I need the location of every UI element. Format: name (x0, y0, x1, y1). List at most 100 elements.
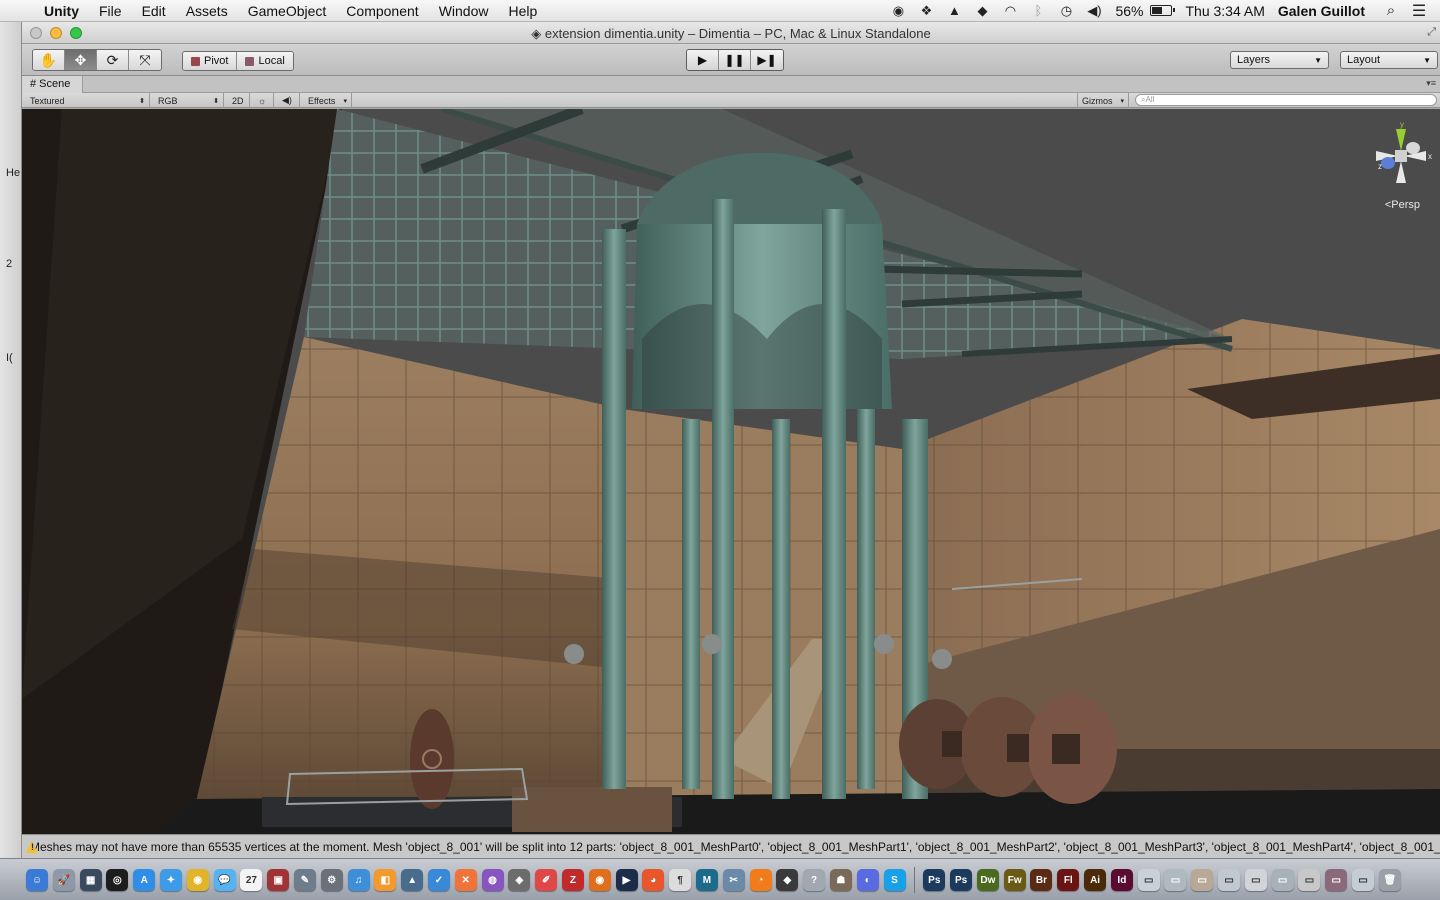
dock-stack-6-icon[interactable]: ▭ (1271, 869, 1294, 891)
dock-indesign-icon[interactable]: Id (1110, 869, 1133, 891)
dock-bridge-icon[interactable]: Br (1030, 869, 1053, 891)
dock-stack-4-icon[interactable]: ▭ (1218, 869, 1241, 891)
google-drive-icon[interactable]: ▲ (943, 3, 965, 19)
dock-trash-icon[interactable]: 🗑 (1378, 869, 1401, 891)
dock-automator-icon[interactable]: ☗ (829, 869, 852, 891)
lighting-toggle[interactable]: ☼ (254, 93, 274, 108)
dock-ibooks-icon[interactable]: ◧ (374, 869, 397, 891)
dock-blender-icon[interactable]: ◔ (749, 869, 772, 891)
render-mode-dropdown[interactable]: Textured ⬍ (26, 93, 150, 108)
layout-dropdown[interactable]: Layout ▼ (1340, 51, 1438, 69)
dock-blender-tools-icon[interactable]: ✂ (722, 869, 745, 891)
dock-stack-1-icon[interactable]: ▭ (1137, 869, 1160, 891)
dock-messages-icon[interactable]: 💬 (213, 869, 236, 891)
dock-mission-control-icon[interactable]: ▦ (79, 869, 102, 891)
scene-search-input[interactable]: ⌕All (1135, 94, 1437, 106)
step-button[interactable]: ▶❚ (751, 50, 783, 70)
dock-itunes-icon[interactable]: ♫ (347, 869, 370, 891)
dock-firefox-icon[interactable]: ◕ (642, 869, 665, 891)
menu-app-name[interactable]: Unity (38, 3, 89, 19)
dock-safari-icon[interactable]: ✦ (159, 869, 182, 891)
menu-edit[interactable]: Edit (132, 3, 176, 19)
dock-stack-3-icon[interactable]: ▭ (1191, 869, 1214, 891)
dock-stack-5-icon[interactable]: ▭ (1244, 869, 1267, 891)
dock-stack-9-icon[interactable]: ▭ (1352, 869, 1375, 891)
title-bar[interactable]: ◈ extension dimentia.unity – Dimentia – … (22, 22, 1440, 44)
evernote-icon[interactable]: ◉ (887, 3, 909, 19)
camera-mode-label[interactable]: <Persp (1385, 199, 1420, 211)
dock-stack-7-icon[interactable]: ▭ (1298, 869, 1321, 891)
dock-textedit-icon[interactable]: ¶ (669, 869, 692, 891)
toggle-2d-button[interactable]: 2D (228, 93, 250, 108)
dock-wunderlist-icon[interactable]: ✓ (427, 869, 450, 891)
dock-stack-8-icon[interactable]: ▭ (1325, 869, 1348, 891)
dock-dreamweaver-icon[interactable]: Dw (976, 869, 999, 891)
menu-help[interactable]: Help (498, 3, 547, 19)
wifi-icon[interactable]: ◠ (999, 3, 1021, 19)
console-status-bar[interactable]: Meshes may not have more than 65535 vert… (22, 834, 1440, 858)
dock-sublime-icon[interactable]: ◉ (588, 869, 611, 891)
dock-preview-icon[interactable]: ✎ (293, 869, 316, 891)
menu-window[interactable]: Window (429, 3, 499, 19)
notification-center-icon[interactable]: ☰ (1408, 3, 1430, 20)
fullscreen-icon[interactable]: ⤢ (1427, 26, 1436, 39)
menu-gameobject[interactable]: GameObject (238, 3, 337, 19)
dock-system-preferences-icon[interactable]: ⚙ (320, 869, 343, 891)
dock-illustrator-icon[interactable]: Ai (1084, 869, 1107, 891)
dock-fireworks-icon[interactable]: Fw (1003, 869, 1026, 891)
dock-quicktime-icon[interactable]: ▶ (615, 869, 638, 891)
user-name[interactable]: Galen Guillot (1272, 3, 1377, 19)
dock-launchpad-icon[interactable]: 🚀 (52, 869, 75, 891)
dock-photo-booth-icon[interactable]: ▣ (267, 869, 290, 891)
battery-icon[interactable] (1150, 5, 1176, 16)
dock-help-icon[interactable]: ? (803, 869, 826, 891)
creative-cloud-icon[interactable]: ◆ (971, 3, 993, 19)
dock-unity-icon[interactable]: ◆ (776, 869, 799, 891)
menu-assets[interactable]: Assets (176, 3, 238, 19)
pivot-button[interactable]: Pivot (183, 52, 238, 70)
play-button[interactable]: ▶ (687, 50, 719, 70)
color-mode-dropdown[interactable]: RGB ⬍ (154, 93, 224, 108)
pause-button[interactable]: ❚❚ (719, 50, 751, 70)
dock-xampp-icon[interactable]: ✕ (454, 869, 477, 891)
gizmos-dropdown[interactable]: Gizmos ▾ (1077, 93, 1129, 108)
hand-tool-button[interactable]: ✋ (33, 50, 65, 70)
local-button[interactable]: Local (237, 52, 293, 70)
dock-chrome-icon[interactable]: ◉ (186, 869, 209, 891)
dock-photoshop-icon[interactable]: Ps (923, 869, 946, 891)
scene-viewport[interactable]: y x z <Persp (22, 109, 1440, 834)
dock-network-utility-icon[interactable]: ◈ (508, 869, 531, 891)
tab-scene[interactable]: # Scene (22, 75, 84, 93)
battery-percent[interactable]: 56% (1108, 3, 1150, 19)
dock-app-store-icon[interactable]: A (133, 869, 156, 891)
dock-calendar-icon[interactable]: 27 (240, 869, 263, 891)
dock-photoshop-cc-icon[interactable]: Ps (950, 869, 973, 891)
dock-script-editor-icon[interactable]: ✐ (535, 869, 558, 891)
effects-dropdown[interactable]: Effects ▾ (304, 93, 352, 108)
layers-dropdown[interactable]: Layers ▼ (1230, 51, 1329, 69)
dock-iphoto-icon[interactable]: ▲ (401, 869, 424, 891)
dock-transmit-icon[interactable]: ◍ (481, 869, 504, 891)
dock-stack-2-icon[interactable]: ▭ (1164, 869, 1187, 891)
dock-flash-icon[interactable]: Fl (1057, 869, 1080, 891)
volume-icon[interactable]: ◀) (1083, 3, 1105, 19)
clock[interactable]: Thu 3:34 AM (1178, 3, 1271, 19)
dock-finder-icon[interactable]: ☺ (26, 869, 48, 891)
dropbox-icon[interactable]: ❖ (915, 3, 937, 19)
menu-component[interactable]: Component (336, 3, 428, 19)
dock-filezilla-icon[interactable]: Z (561, 869, 584, 891)
spotlight-icon[interactable]: ⌕ (1380, 2, 1402, 19)
rotate-tool-button[interactable]: ⟳ (97, 50, 129, 70)
tab-menu-icon[interactable]: ▾≡ (1426, 78, 1436, 89)
dock-maya-icon[interactable]: M (695, 869, 718, 891)
audio-toggle[interactable]: ◀) (278, 93, 300, 108)
menu-file[interactable]: File (89, 3, 132, 19)
scale-tool-button[interactable]: ⤧ (129, 50, 161, 70)
dock-dashboard-icon[interactable]: ◎ (106, 869, 129, 891)
dock-skype-icon[interactable]: S (883, 869, 906, 891)
move-tool-button[interactable]: ✥ (65, 50, 97, 70)
dock-flash-player-icon[interactable]: ◐ (856, 869, 879, 891)
time-machine-icon[interactable]: ◷ (1055, 3, 1077, 19)
bluetooth-icon[interactable]: ᛒ (1027, 3, 1049, 19)
background-window[interactable]: He 2 I( (0, 22, 22, 858)
